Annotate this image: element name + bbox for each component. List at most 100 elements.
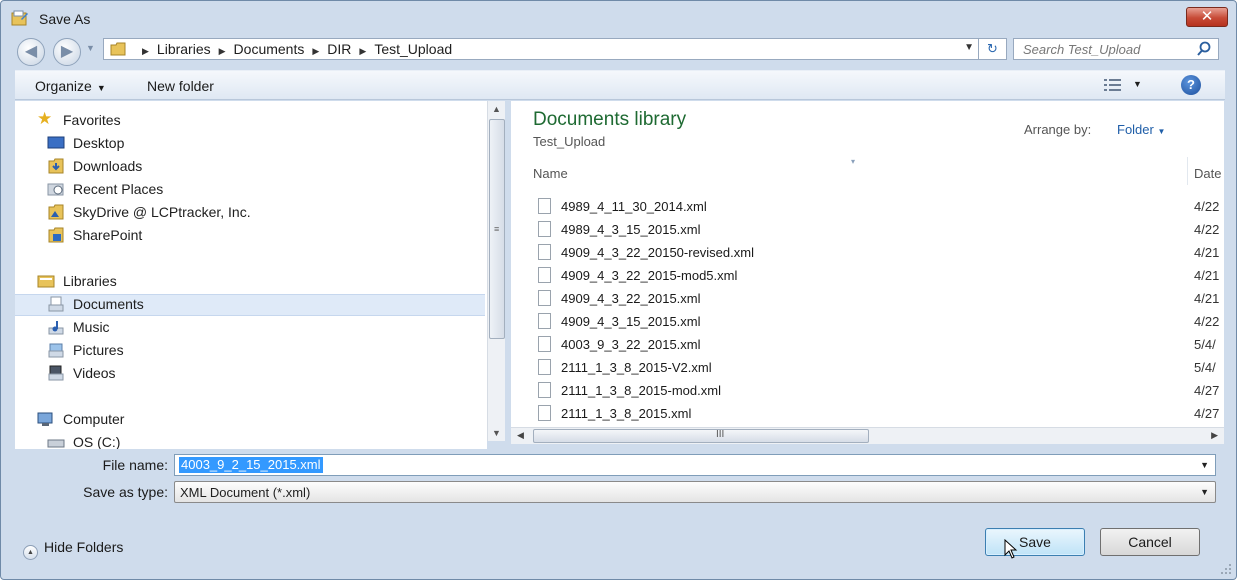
nav-libraries-label: Libraries	[63, 273, 117, 289]
command-toolbar: Organize ▼ New folder ▼ ?	[15, 70, 1225, 100]
xml-file-icon	[538, 244, 551, 260]
recent-pages-dropdown-icon[interactable]: ▼	[86, 43, 95, 53]
downloads-icon	[48, 158, 64, 174]
resize-grip-icon[interactable]	[1220, 563, 1232, 575]
scroll-right-arrow-icon[interactable]: ▶	[1211, 430, 1218, 441]
navigation-pane: ★ Favorites Desktop Downloads Recent Pla…	[15, 101, 487, 449]
search-input[interactable]: Search Test_Upload	[1013, 38, 1219, 60]
sidebar-item-label: OS (C:)	[73, 434, 121, 449]
organize-button[interactable]: Organize ▼	[35, 78, 106, 94]
breadcrumb-separator-icon[interactable]: ▶	[312, 46, 319, 56]
file-date: 4/22	[1194, 222, 1220, 237]
scroll-grip-icon: ≡	[494, 224, 500, 234]
chevron-down-icon: ▼	[1157, 127, 1166, 136]
library-subtitle: Test_Upload	[533, 134, 606, 149]
address-bar[interactable]: ▶ Libraries ▶ Documents ▶ DIR ▶ Test_Upload ▼	[103, 38, 979, 60]
xml-file-icon	[538, 336, 551, 352]
refresh-icon[interactable]: ↻	[979, 38, 1007, 60]
file-name: 4909_4_3_15_2015.xml	[561, 314, 701, 329]
save-as-type-value: XML Document (*.xml)	[180, 485, 311, 500]
arrange-by-value: Folder	[1117, 122, 1154, 137]
cancel-button[interactable]: Cancel	[1100, 528, 1200, 556]
xml-file-icon	[538, 198, 551, 214]
change-view-icon[interactable]	[1103, 77, 1123, 93]
search-placeholder: Search Test_Upload	[1023, 42, 1141, 57]
save-as-type-select[interactable]: XML Document (*.xml) ▼	[174, 481, 1216, 503]
xml-file-icon	[538, 313, 551, 329]
breadcrumb-documents[interactable]: Documents	[234, 41, 305, 57]
breadcrumb: ▶ Libraries ▶ Documents ▶ DIR ▶ Test_Upload	[134, 41, 452, 57]
computer-icon	[37, 412, 53, 426]
chevron-down-icon: ▼	[96, 83, 106, 93]
file-name: 4989_4_3_15_2015.xml	[561, 222, 701, 237]
scroll-grip-icon: III	[716, 429, 725, 440]
save-as-dialog: Save As ✕ ◀ ▶ ▼ ▶ Libraries ▶ Documents ▶ DIR…	[0, 0, 1237, 580]
xml-file-icon	[538, 405, 551, 421]
breadcrumb-separator-icon[interactable]: ▶	[219, 46, 226, 56]
skydrive-icon	[48, 204, 64, 220]
hide-folders-button[interactable]: ▲ Hide Folders	[23, 539, 123, 560]
help-icon[interactable]: ?	[1181, 75, 1201, 95]
file-name-field[interactable]: 4003_9_2_15_2015.xml ▼	[174, 454, 1216, 476]
sidebar-item-label: SkyDrive @ LCPtracker, Inc.	[73, 204, 251, 220]
recent-places-icon	[47, 183, 64, 196]
navigation-pane-scrollbar[interactable]: ▲ ≡ ▼	[487, 101, 505, 441]
breadcrumb-dir[interactable]: DIR	[327, 41, 351, 57]
file-list-pane: Documents library Test_Upload Arrange by…	[511, 101, 1224, 427]
save-button[interactable]: Save	[985, 528, 1085, 556]
file-row[interactable]: 4909_4_3_15_2015.xml 4/22	[511, 310, 1224, 333]
scroll-up-arrow-icon[interactable]: ▲	[492, 104, 501, 114]
xml-file-icon	[538, 359, 551, 375]
file-row[interactable]: 4003_9_3_22_2015.xml 5/4/	[511, 333, 1224, 356]
scroll-left-arrow-icon[interactable]: ◀	[517, 430, 524, 441]
close-button[interactable]: ✕	[1186, 7, 1228, 27]
new-folder-button[interactable]: New folder	[147, 78, 214, 94]
address-dropdown-icon[interactable]: ▼	[964, 42, 974, 53]
chevron-up-icon: ▲	[23, 545, 38, 560]
search-icon[interactable]	[1196, 41, 1212, 57]
scroll-down-arrow-icon[interactable]: ▼	[492, 428, 501, 438]
xml-file-icon	[538, 267, 551, 283]
folder-icon	[110, 42, 126, 56]
organize-label: Organize	[35, 78, 92, 94]
view-options-chevron-icon[interactable]: ▼	[1133, 79, 1142, 89]
file-name-label: File name:	[102, 457, 168, 473]
breadcrumb-libraries[interactable]: Libraries	[157, 41, 211, 57]
file-name: 4909_4_3_22_20150-revised.xml	[561, 245, 754, 260]
file-date: 4/21	[1194, 245, 1220, 260]
xml-file-icon	[538, 290, 551, 306]
file-row[interactable]: 4989_4_3_15_2015.xml 4/22	[511, 218, 1224, 241]
arrange-by-dropdown[interactable]: Folder ▼	[1117, 122, 1165, 137]
videos-icon	[48, 365, 64, 381]
breadcrumb-separator-icon[interactable]: ▶	[142, 46, 149, 56]
nav-computer-label: Computer	[63, 411, 125, 427]
file-name: 2111_1_3_8_2015-V2.xml	[561, 360, 712, 375]
file-date: 5/4/	[1194, 360, 1216, 375]
file-row[interactable]: 4989_4_11_30_2014.xml 4/22	[511, 195, 1224, 218]
file-name-value[interactable]: 4003_9_2_15_2015.xml	[179, 457, 323, 473]
chevron-down-icon[interactable]: ▼	[1200, 487, 1209, 497]
file-row[interactable]: 2111_1_3_8_2015.xml 4/27	[511, 402, 1224, 425]
sharepoint-icon	[48, 227, 64, 243]
file-row[interactable]: 2111_1_3_8_2015-mod.xml 4/27	[511, 379, 1224, 402]
column-header-date[interactable]: Date	[1194, 166, 1221, 181]
file-row[interactable]: 4909_4_3_22_2015.xml 4/21	[511, 287, 1224, 310]
scrollbar-thumb[interactable]: III	[533, 429, 869, 443]
sort-indicator-icon: ▾	[851, 157, 856, 166]
column-divider[interactable]	[1187, 157, 1188, 185]
breadcrumb-test-upload[interactable]: Test_Upload	[374, 41, 452, 57]
file-row[interactable]: 4909_4_3_22_20150-revised.xml 4/21	[511, 241, 1224, 264]
breadcrumb-separator-icon[interactable]: ▶	[359, 46, 366, 56]
file-row[interactable]: 4909_4_3_22_2015-mod5.xml 4/21	[511, 264, 1224, 287]
file-name: 2111_1_3_8_2015-mod.xml	[561, 383, 721, 398]
sidebar-item-label: SharePoint	[73, 227, 143, 243]
file-pane-horizontal-scrollbar[interactable]: ◀ III ▶	[511, 427, 1224, 444]
save-as-app-icon	[11, 10, 28, 26]
scrollbar-thumb[interactable]: ≡	[489, 119, 505, 339]
back-arrow-icon[interactable]: ◀	[17, 38, 45, 66]
chevron-down-icon[interactable]: ▼	[1200, 460, 1209, 470]
forward-arrow-icon[interactable]: ▶	[53, 38, 81, 66]
arrange-by-label: Arrange by:	[1024, 122, 1092, 137]
column-header-name[interactable]: Name	[533, 166, 568, 181]
file-row[interactable]: 2111_1_3_8_2015-V2.xml 5/4/	[511, 356, 1224, 379]
